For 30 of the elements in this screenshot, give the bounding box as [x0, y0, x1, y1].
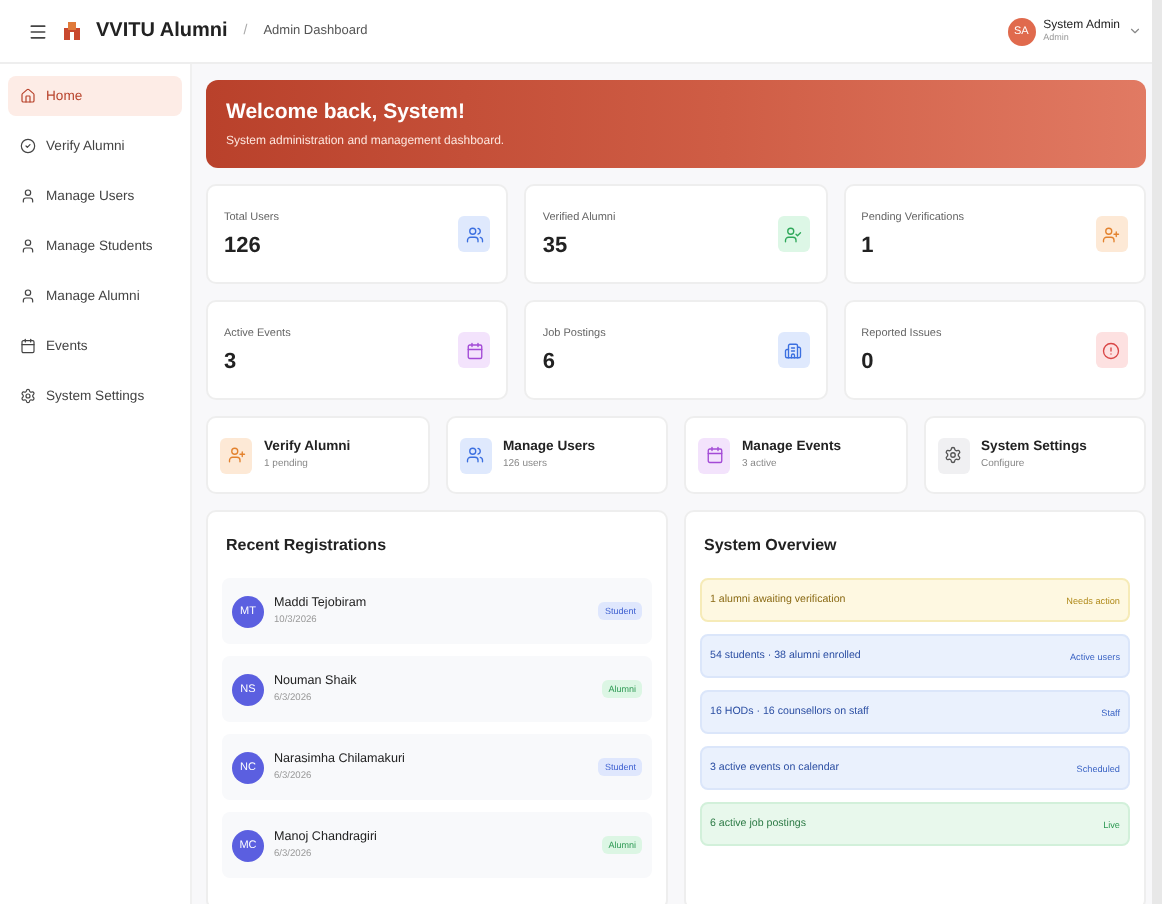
chevron-down-icon[interactable] — [1128, 24, 1142, 38]
stat-value: 1 — [861, 233, 876, 257]
calendar-icon — [458, 332, 491, 368]
panel-title: System Overview — [704, 536, 839, 554]
stat-value: 6 — [542, 349, 557, 373]
user-icon — [20, 188, 36, 204]
stat-value: 126 — [224, 233, 263, 257]
user-icon — [20, 238, 36, 254]
panel-title: Recent Registrations — [226, 536, 389, 554]
stat-value: 3 — [224, 349, 239, 373]
user-icon — [20, 288, 36, 304]
gear-icon — [937, 437, 969, 473]
menu-icon[interactable] — [28, 21, 48, 41]
alert-icon — [1095, 332, 1128, 368]
users-icon — [459, 437, 491, 473]
calendar-icon — [698, 437, 730, 473]
check-circle-icon — [20, 138, 36, 154]
stat-value: 0 — [861, 349, 876, 373]
settings-icon — [20, 388, 36, 404]
building-logo-icon — [64, 22, 80, 40]
user-plus-icon — [1095, 216, 1128, 252]
home-icon — [20, 88, 36, 104]
banner-title: Welcome back, System! — [226, 100, 467, 124]
brand-name: VVITU Alumni — [96, 20, 228, 42]
user-plus-icon — [220, 437, 252, 473]
calendar-icon — [20, 338, 36, 354]
users-icon — [458, 216, 491, 252]
building-icon — [777, 332, 810, 368]
stat-value: 35 — [542, 233, 570, 257]
user-check-icon — [777, 216, 810, 252]
